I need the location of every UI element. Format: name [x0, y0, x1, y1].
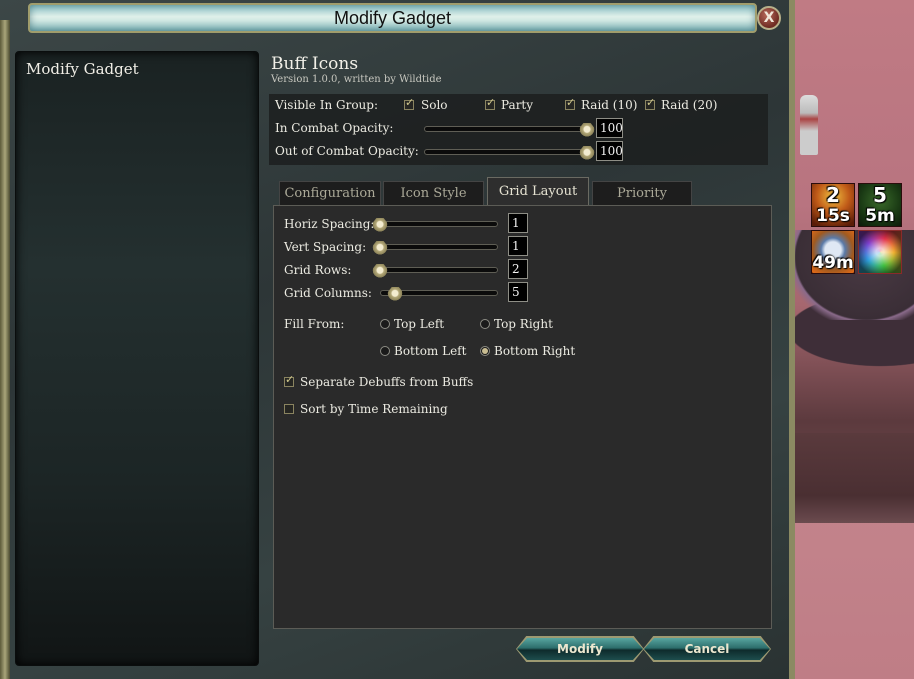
grid-columns-value[interactable]: 5 — [508, 282, 528, 302]
modify-button[interactable]: Modify — [517, 638, 643, 660]
game-world-npc — [800, 95, 818, 155]
buff-stack-count: 2 — [826, 183, 840, 207]
tab-grid-layout[interactable]: Grid Layout — [487, 177, 589, 206]
in-combat-opacity-value[interactable]: 100 — [596, 118, 623, 138]
vert-spacing-label: Vert Spacing: — [284, 240, 367, 254]
vert-spacing-value[interactable]: 1 — [508, 236, 528, 256]
cancel-button[interactable]: Cancel — [644, 638, 770, 660]
visible-in-group-label: Visible In Group: — [275, 98, 379, 112]
raid10-checkbox[interactable] — [565, 96, 575, 110]
tab-priority[interactable]: Priority — [592, 181, 692, 206]
raid10-label: Raid (10) — [581, 98, 638, 112]
sort-by-time-checkbox[interactable] — [284, 404, 294, 414]
fill-bottom-right-radio[interactable] — [480, 346, 490, 356]
fill-bottom-left-label: Bottom Left — [394, 344, 467, 358]
fill-top-left-label: Top Left — [394, 317, 445, 331]
out-combat-opacity-label: Out of Combat Opacity: — [275, 144, 419, 158]
separate-debuffs-checkbox[interactable] — [284, 373, 294, 387]
buff-stack-count: 5 — [873, 183, 887, 207]
party-checkbox[interactable] — [485, 96, 495, 110]
in-combat-opacity-slider[interactable] — [424, 123, 596, 137]
fill-top-right-radio[interactable] — [480, 319, 490, 329]
raid20-checkbox[interactable] — [645, 96, 655, 110]
solo-checkbox[interactable] — [404, 96, 414, 110]
addon-title: Buff Icons — [271, 54, 359, 74]
modify-gadget-window: Modify Gadget X Modify Gadget Buff Icons… — [0, 0, 795, 679]
solo-label: Solo — [421, 98, 448, 112]
gadget-list-panel[interactable]: Modify Gadget — [15, 51, 259, 666]
fill-top-left-radio[interactable] — [380, 319, 390, 329]
fill-top-right-label: Top Right — [494, 317, 553, 331]
window-titlebar[interactable]: Modify Gadget — [28, 3, 757, 33]
tab-configuration[interactable]: Configuration — [279, 181, 381, 206]
horiz-spacing-label: Horiz Spacing: — [284, 217, 375, 231]
buff-icon[interactable]: 49m — [811, 230, 855, 274]
grid-rows-slider[interactable] — [371, 264, 498, 278]
fill-bottom-right-label: Bottom Right — [494, 344, 576, 358]
grid-columns-slider[interactable] — [380, 287, 498, 301]
close-button[interactable]: X — [757, 6, 781, 30]
buff-time-remaining: 5m — [865, 206, 895, 226]
buff-icon[interactable]: 2 15s — [811, 183, 855, 227]
window-title: Modify Gadget — [333, 8, 452, 28]
buff-time-remaining: 15s — [816, 206, 850, 226]
tab-icon-style[interactable]: Icon Style — [383, 181, 484, 206]
separate-debuffs-label: Separate Debuffs from Buffs — [300, 375, 474, 389]
in-combat-opacity-label: In Combat Opacity: — [275, 121, 394, 135]
window-frame-left — [0, 20, 10, 679]
horiz-spacing-value[interactable]: 1 — [508, 213, 528, 233]
grid-rows-label: Grid Rows: — [284, 263, 352, 277]
raid20-label: Raid (20) — [661, 98, 718, 112]
buff-icon[interactable]: 5 5m — [858, 183, 902, 227]
out-combat-opacity-slider[interactable] — [424, 146, 596, 160]
grid-rows-value[interactable]: 2 — [508, 259, 528, 279]
game-world-bench — [795, 433, 914, 523]
horiz-spacing-slider[interactable] — [371, 218, 498, 232]
fill-bottom-left-radio[interactable] — [380, 346, 390, 356]
sort-by-time-label: Sort by Time Remaining — [300, 402, 448, 416]
fill-from-label: Fill From: — [284, 317, 345, 331]
addon-version: Version 1.0.0, written by Wildtide — [271, 74, 442, 85]
out-combat-opacity-value[interactable]: 100 — [596, 141, 623, 161]
gadget-list-title: Modify Gadget — [26, 60, 139, 78]
close-icon: X — [763, 10, 775, 26]
buff-time-remaining: 49m — [812, 253, 854, 273]
grid-columns-label: Grid Columns: — [284, 286, 372, 300]
debuff-icon[interactable] — [858, 230, 902, 274]
vert-spacing-slider[interactable] — [371, 241, 498, 255]
party-label: Party — [501, 98, 534, 112]
